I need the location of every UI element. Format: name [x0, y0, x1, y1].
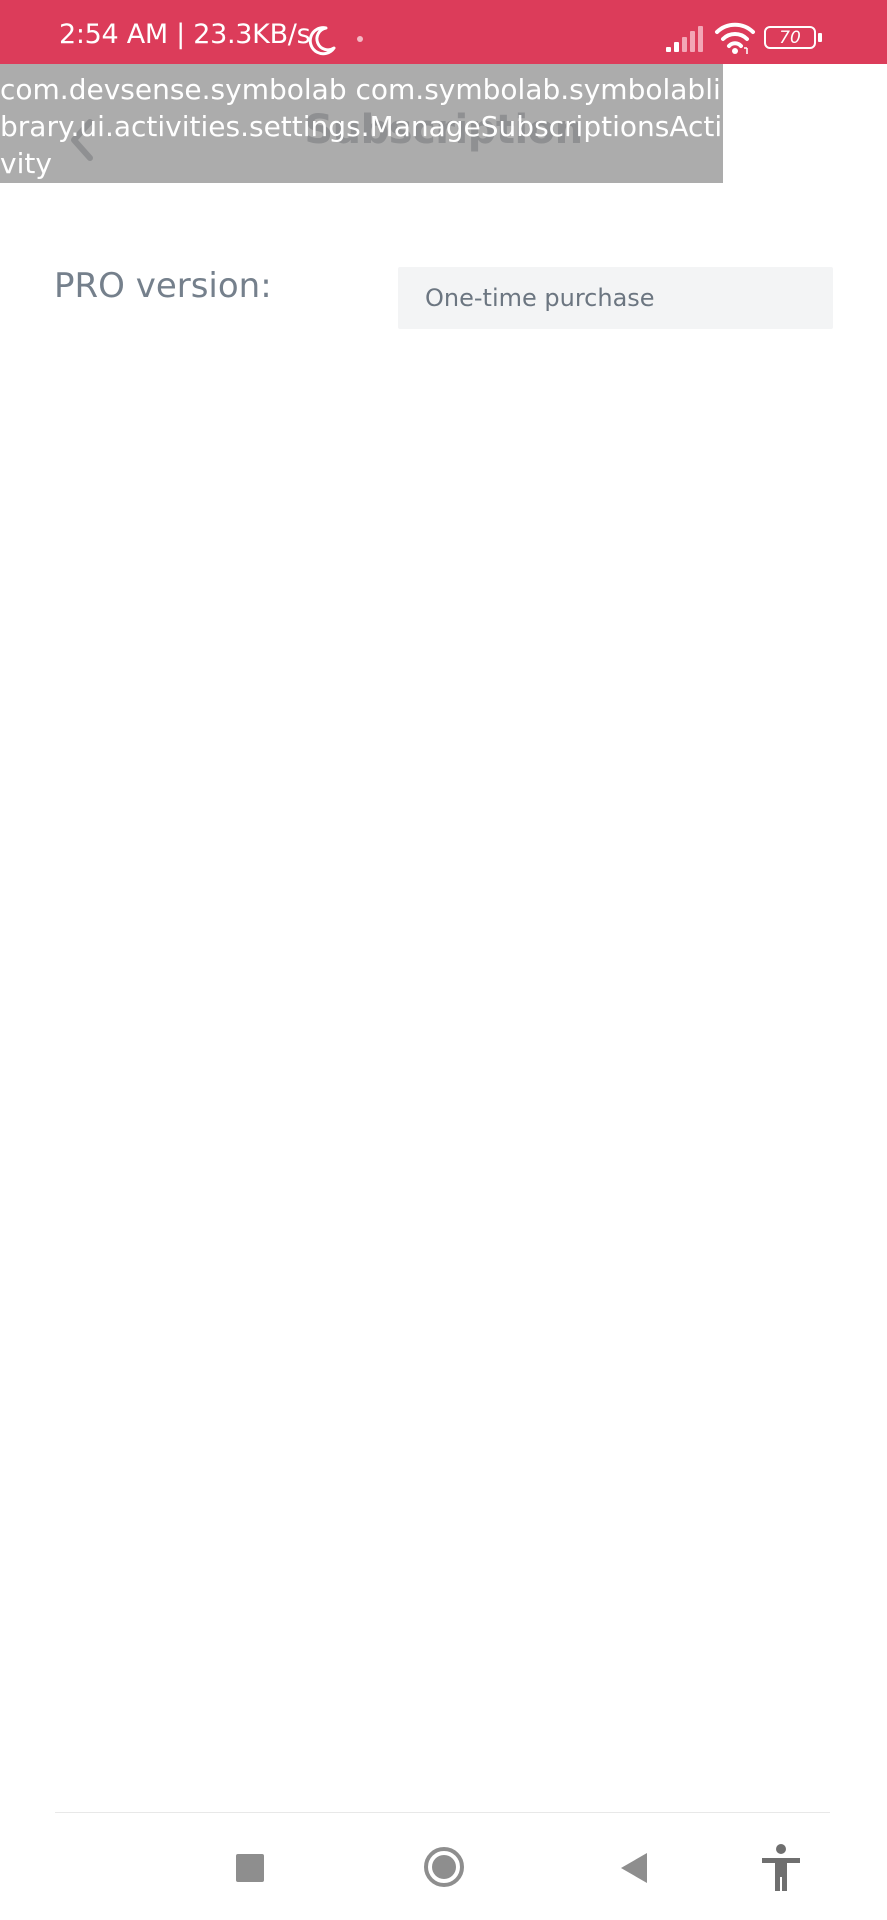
signal-icon [666, 26, 703, 52]
pro-version-label: PRO version: [54, 266, 272, 306]
accessibility-icon[interactable] [759, 1843, 803, 1893]
status-time: 2:54 AM | 23.3KB/s [59, 19, 311, 50]
status-bar: 2:54 AM | 23.3KB/s 70 [0, 0, 887, 64]
dot-icon [357, 36, 363, 42]
moon-icon [308, 26, 336, 56]
purchase-type-field: One-time purchase [398, 267, 833, 329]
home-icon[interactable] [423, 1846, 465, 1888]
activity-overlay: com.devsense.symbolab com.symbolab.symbo… [0, 64, 723, 183]
battery-icon: 70 [764, 26, 824, 53]
battery-level: 70 [764, 26, 816, 49]
wifi-icon [715, 22, 755, 54]
back-triangle-icon[interactable] [619, 1851, 649, 1885]
battery-cap [818, 33, 822, 42]
screen: 2:54 AM | 23.3KB/s 70 Subscrip [0, 0, 887, 1920]
recent-apps-icon[interactable] [236, 1854, 264, 1882]
